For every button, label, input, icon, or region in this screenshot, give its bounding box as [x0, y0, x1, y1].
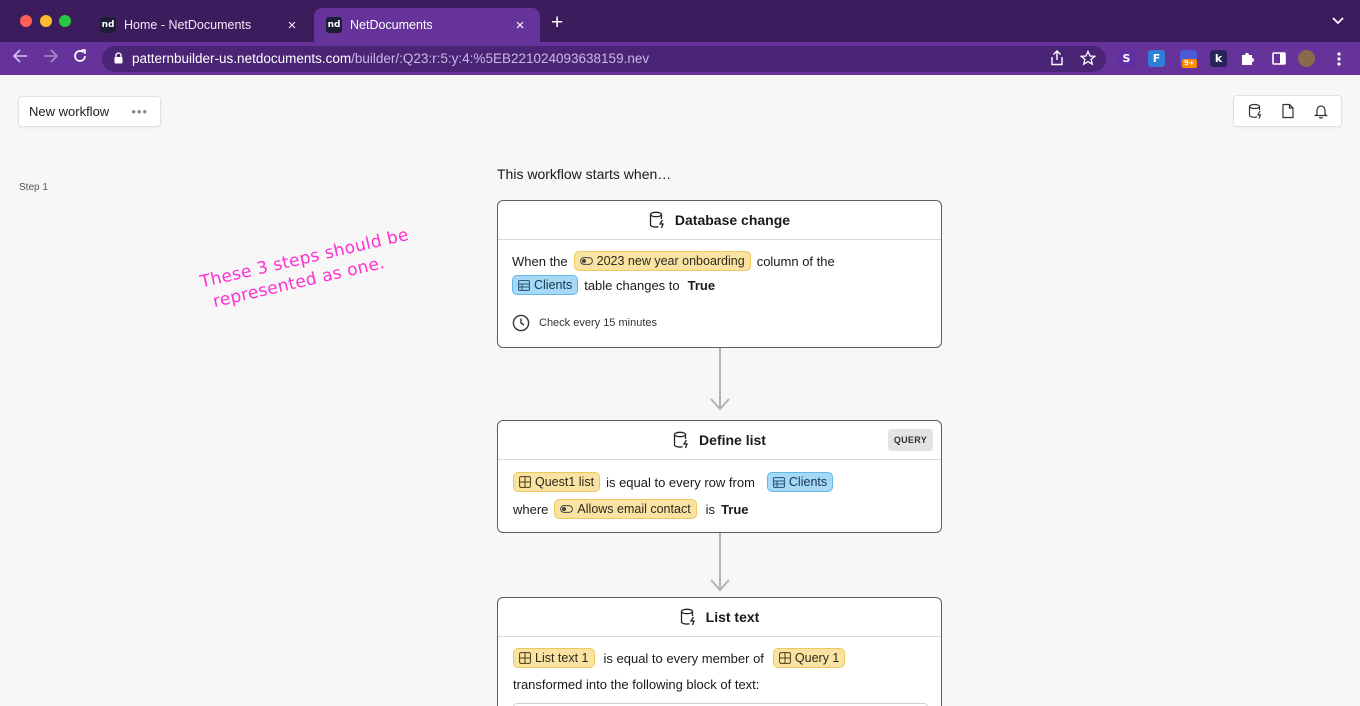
- define-list-card[interactable]: Define list QUERY Quest1 list is equal t…: [497, 420, 942, 533]
- new-tab-button[interactable]: +: [551, 12, 563, 34]
- chip-label: Query 1: [794, 651, 840, 665]
- close-window-button[interactable]: [20, 15, 32, 27]
- workflow-name: New workflow: [29, 104, 110, 119]
- database-trigger-icon: [649, 211, 664, 229]
- chip-label: 2023 new year onboarding: [596, 254, 745, 268]
- static-text: table changes to: [584, 277, 680, 293]
- card-title: Define list: [699, 432, 766, 448]
- chip-label: List text 1: [535, 651, 589, 665]
- table-chip[interactable]: Clients: [512, 275, 579, 295]
- address-bar[interactable]: patternbuilder-us.netdocuments.com/build…: [102, 46, 1106, 72]
- static-text: is equal to every member of: [603, 650, 764, 666]
- puzzle-extensions-icon[interactable]: [1239, 50, 1256, 67]
- document-icon[interactable]: [1280, 103, 1296, 119]
- static-text: When the: [512, 253, 568, 269]
- url-text: patternbuilder-us.netdocuments.com/build…: [132, 51, 650, 66]
- bell-icon[interactable]: [1313, 103, 1329, 119]
- lock-icon: [114, 52, 123, 64]
- extension-k-icon[interactable]: k: [1210, 50, 1227, 67]
- list-text-chip[interactable]: List text 1: [513, 648, 595, 668]
- database-icon: [673, 431, 688, 449]
- grid-icon: [779, 652, 791, 664]
- toggle-column-icon: [560, 505, 574, 513]
- list-text-card[interactable]: List text List text 1 is equal to every …: [497, 597, 942, 706]
- table-icon: [518, 279, 530, 291]
- profile-avatar[interactable]: [1298, 50, 1315, 67]
- card-header: Database change: [498, 201, 941, 240]
- query-badge: QUERY: [887, 429, 933, 451]
- tab-search-chevron-icon[interactable]: [1332, 14, 1344, 28]
- clock-icon: [512, 314, 530, 332]
- table-icon: [773, 476, 785, 488]
- toggle-column-icon: [579, 257, 593, 265]
- tab-title: Home - NetDocuments: [124, 18, 252, 32]
- database-change-card[interactable]: Database change When the 2023 new year o…: [497, 200, 942, 348]
- grid-icon: [519, 652, 531, 664]
- extension-s-icon[interactable]: S: [1118, 50, 1135, 67]
- list-chip[interactable]: Quest1 list: [513, 472, 601, 492]
- reload-icon[interactable]: [73, 49, 87, 68]
- close-tab-icon[interactable]: ×: [512, 17, 528, 34]
- workflow-start-heading: This workflow starts when…: [497, 166, 672, 182]
- table-chip[interactable]: Clients: [766, 472, 834, 492]
- static-text: column of the: [756, 253, 835, 269]
- check-interval-text: Check every 15 minutes: [539, 317, 657, 329]
- share-icon[interactable]: [1050, 50, 1064, 69]
- chip-label: Clients: [534, 278, 573, 292]
- bookmark-star-icon[interactable]: [1079, 49, 1097, 69]
- forward-arrow-icon[interactable]: [43, 49, 59, 68]
- side-panel-icon[interactable]: [1270, 50, 1287, 67]
- netdocuments-favicon-icon: nd: [326, 17, 342, 33]
- database-icon: [680, 608, 695, 626]
- close-tab-icon[interactable]: ×: [284, 17, 300, 34]
- browser-tab-bar: nd Home - NetDocuments × nd NetDocuments…: [0, 0, 1360, 42]
- minimize-window-button[interactable]: [40, 15, 52, 27]
- card-header: List text: [498, 598, 941, 637]
- extension-badge-icon[interactable]: 9+: [1180, 50, 1197, 68]
- grid-icon: [519, 476, 531, 488]
- browser-menu-icon[interactable]: [1330, 50, 1347, 67]
- workflow-more-icon[interactable]: •••: [131, 104, 148, 119]
- maximize-window-button[interactable]: [59, 15, 71, 27]
- static-text: is equal to every row from: [606, 474, 755, 490]
- card-title: List text: [705, 609, 760, 625]
- flow-arrow-icon: [710, 348, 730, 411]
- static-text: transformed into the following block of …: [513, 676, 760, 692]
- tab-title: NetDocuments: [350, 18, 433, 32]
- top-right-toolbar: [1233, 95, 1342, 127]
- chip-label: Clients: [788, 475, 828, 489]
- static-text: where: [513, 501, 549, 517]
- step-label: Step 1: [19, 182, 48, 193]
- database-icon[interactable]: [1248, 103, 1264, 119]
- card-header: Define list QUERY: [498, 421, 941, 460]
- chip-label: Quest1 list: [535, 475, 595, 489]
- flow-arrow-icon: [710, 533, 730, 592]
- extension-f-icon[interactable]: F: [1148, 50, 1165, 67]
- value-text: True: [721, 501, 749, 517]
- tab-netdocuments[interactable]: nd NetDocuments ×: [314, 8, 540, 42]
- value-text: True: [687, 277, 716, 293]
- check-interval-row[interactable]: Check every 15 minutes: [512, 314, 928, 332]
- card-title: Database change: [674, 212, 791, 228]
- column-chip[interactable]: 2023 new year onboarding: [573, 251, 751, 271]
- static-text: is: [705, 501, 716, 517]
- chip-label: Allows email contact: [577, 502, 691, 516]
- workflow-name-button[interactable]: New workflow •••: [18, 96, 161, 127]
- back-arrow-icon[interactable]: [12, 49, 28, 68]
- field-chip[interactable]: Allows email contact: [554, 499, 697, 519]
- tab-home-netdocuments[interactable]: nd Home - NetDocuments ×: [88, 8, 312, 42]
- handwritten-annotation: These 3 steps should be represented as o…: [198, 224, 416, 315]
- netdocuments-favicon-icon: nd: [100, 17, 116, 33]
- query-chip[interactable]: Query 1: [772, 648, 846, 668]
